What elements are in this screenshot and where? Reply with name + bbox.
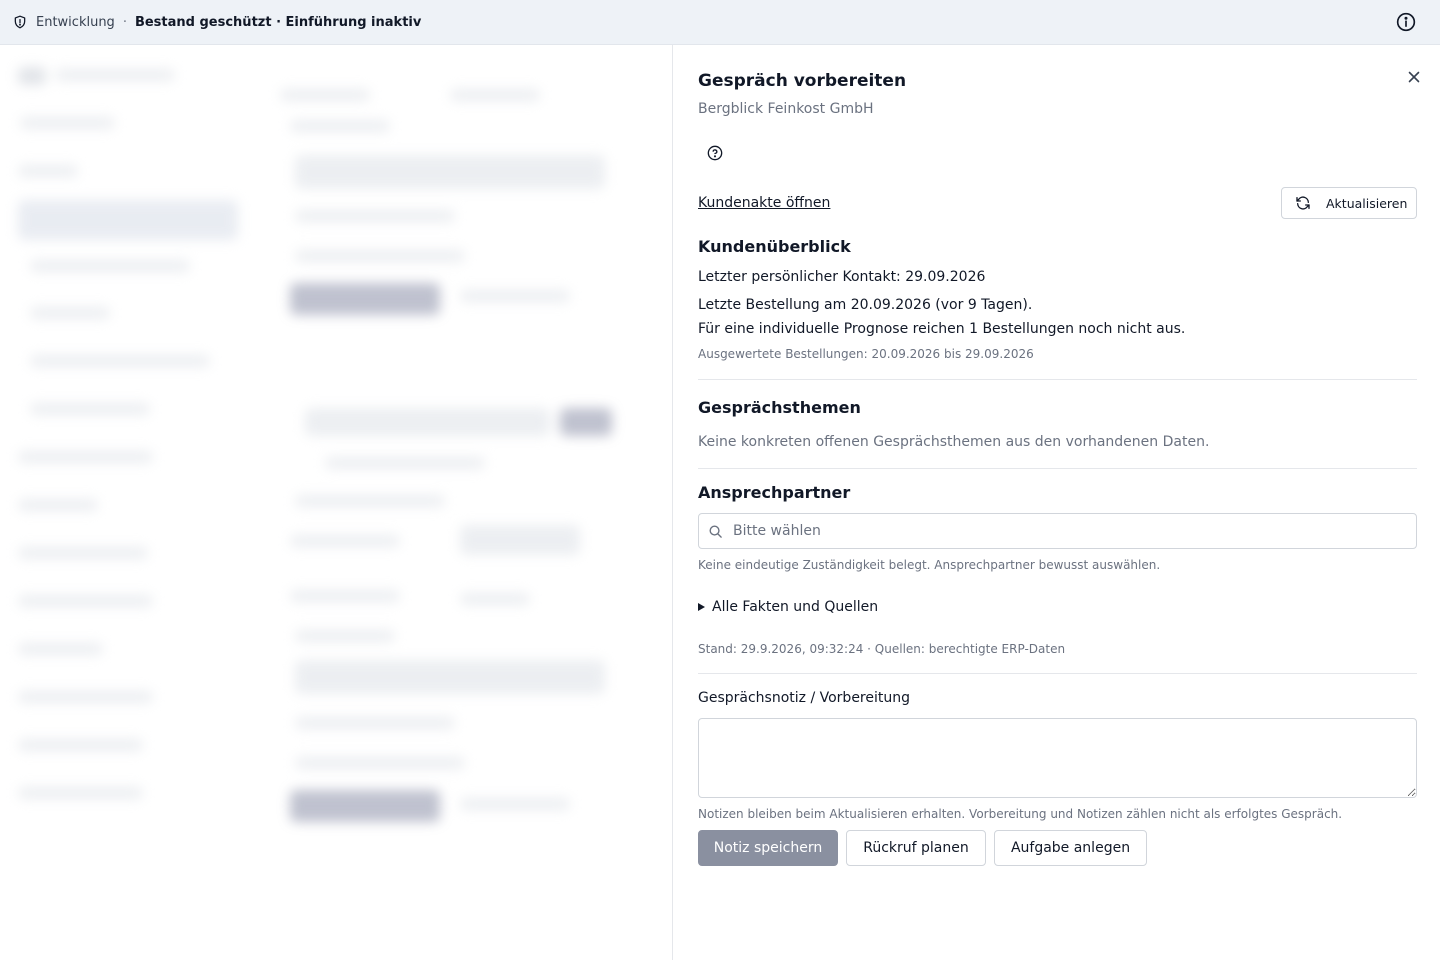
schedule-callback-button[interactable]: Rückruf planen <box>846 830 986 866</box>
bg-nav-item <box>30 260 190 272</box>
bg-text <box>295 210 455 222</box>
bg-nav-item <box>18 643 103 655</box>
save-note-button[interactable]: Notiz speichern <box>698 830 838 866</box>
customer-name: Bergblick Feinkost GmbH <box>698 101 874 117</box>
search-icon <box>708 524 723 539</box>
note-label: Gesprächsnotiz / Vorbereitung <box>698 690 911 706</box>
bg-text <box>295 630 395 642</box>
bg-brand <box>55 69 175 81</box>
status-text: Bestand geschützt · Einführung inaktiv <box>134 14 422 30</box>
note-hint: Notizen bleiben beim Aktualisieren erhal… <box>698 807 1343 821</box>
bg-text <box>295 250 465 262</box>
contact-heading: Ansprechpartner <box>698 483 851 502</box>
bg-field <box>305 408 550 436</box>
top-bar: Entwicklung · Bestand geschützt · Einfüh… <box>0 0 1440 45</box>
bg-button <box>290 790 440 822</box>
bg-nav-item <box>30 403 150 415</box>
bg-text <box>290 590 400 602</box>
bg-field <box>295 660 605 694</box>
bg-text <box>295 717 455 729</box>
last-contact: Letzter persönlicher Kontakt: 29.09.2026 <box>698 269 986 285</box>
drawer-title: Gespräch vorbereiten <box>698 71 907 91</box>
create-task-button[interactable]: Aufgabe anlegen <box>994 830 1147 866</box>
customer-file-link[interactable]: Kundenakte öffnen <box>698 195 830 211</box>
refresh-button[interactable]: Aktualisieren <box>1281 187 1417 219</box>
bg-text <box>325 457 485 469</box>
bg-nav-item <box>18 547 148 559</box>
facts-toggle[interactable]: Alle Fakten und Quellen <box>698 599 878 615</box>
bg-nav-item <box>20 117 115 129</box>
environment-label: Entwicklung <box>36 14 115 30</box>
bg-field <box>295 155 605 189</box>
bg-nav-item <box>30 355 210 367</box>
bg-text <box>290 120 390 132</box>
contact-hint: Keine eindeutige Zuständigkeit belegt. A… <box>698 558 1161 572</box>
bg-text <box>460 525 580 555</box>
bg-nav-item <box>18 165 78 177</box>
bg-nav-item <box>30 307 110 319</box>
forecast-note: Für eine individuelle Prognose reichen 1… <box>698 321 1186 337</box>
help-icon[interactable] <box>706 144 724 162</box>
bg-nav-item <box>18 451 153 463</box>
divider <box>698 673 1417 674</box>
prepare-call-drawer: Gespräch vorbereiten Bergblick Feinkost … <box>672 45 1440 960</box>
bg-text <box>295 495 445 507</box>
bg-text <box>290 535 400 547</box>
bg-nav-active <box>18 200 238 240</box>
bg-logo <box>18 67 46 85</box>
bg-header <box>280 89 370 101</box>
refresh-label: Aktualisieren <box>1326 195 1408 211</box>
bg-nav-item <box>18 787 143 799</box>
bg-text <box>460 798 570 810</box>
refresh-icon <box>1295 195 1311 211</box>
source-line: Stand: 29.9.2026, 09:32:24 · Quellen: be… <box>698 642 1066 656</box>
shield-icon <box>13 15 27 29</box>
last-order: Letzte Bestellung am 20.09.2026 (vor 9 T… <box>698 297 1033 313</box>
evaluated-orders: Ausgewertete Bestellungen: 20.09.2026 bi… <box>698 347 1034 361</box>
bg-text <box>460 290 570 302</box>
divider <box>698 468 1417 469</box>
bg-nav-item <box>18 595 153 607</box>
separator: · <box>122 14 127 30</box>
bg-nav-item <box>18 499 98 511</box>
bg-nav-item <box>18 739 143 751</box>
blurred-background-app <box>0 45 672 960</box>
note-textarea[interactable] <box>698 718 1417 798</box>
divider <box>698 379 1417 380</box>
topics-heading: Gesprächsthemen <box>698 398 861 417</box>
bg-button <box>290 283 440 315</box>
bg-text <box>460 593 530 605</box>
info-icon[interactable] <box>1396 12 1416 32</box>
overview-heading: Kundenüberblick <box>698 237 851 256</box>
bg-badge <box>560 408 612 436</box>
bg-header <box>450 89 540 101</box>
contact-search-input[interactable] <box>733 523 1393 539</box>
disclosure-triangle-icon <box>698 603 705 611</box>
bg-nav-item <box>18 691 153 703</box>
close-icon[interactable] <box>1406 69 1422 85</box>
topics-empty-text: Keine konkreten offenen Gesprächsthemen … <box>698 434 1210 450</box>
facts-toggle-label: Alle Fakten und Quellen <box>712 599 879 615</box>
contact-select[interactable] <box>698 513 1417 549</box>
bg-text <box>295 757 465 769</box>
